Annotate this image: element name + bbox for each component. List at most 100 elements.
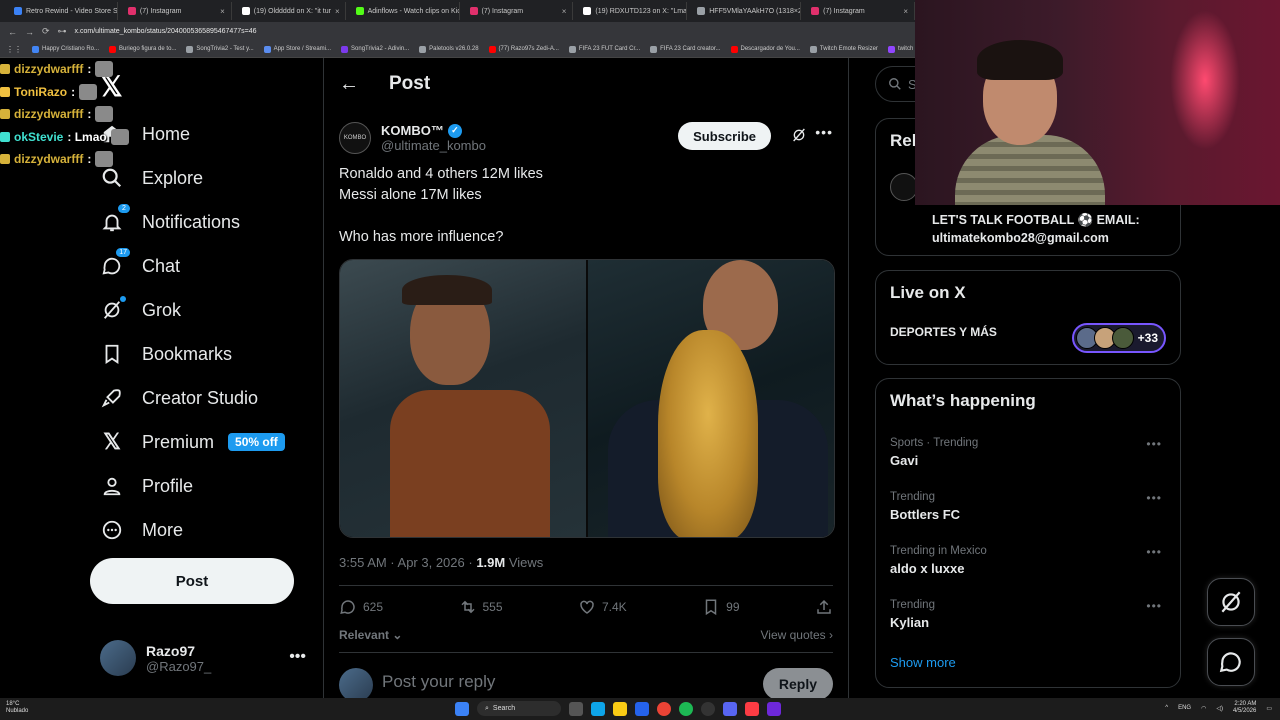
live-participants[interactable]: +33 (1071, 323, 1166, 353)
reply-action[interactable]: 625 (339, 598, 383, 616)
bookmark-item[interactable]: SongTrivia2 - Test y... (186, 45, 254, 53)
app-icon[interactable] (767, 701, 781, 716)
account-more-icon[interactable]: ••• (289, 648, 306, 666)
nav-chat[interactable]: 17 Chat (100, 248, 180, 278)
bookmark-favicon-icon (730, 45, 738, 53)
post-actions: 625 555 7.4K 99 (339, 595, 833, 619)
chat-emote-icon (110, 128, 129, 145)
bookmark-item[interactable]: Descargador de You... (730, 45, 800, 53)
view-quotes-link[interactable]: View quotes › (761, 628, 834, 642)
browser-tab[interactable]: (19) Olddddd on X: "it tur × (236, 2, 346, 20)
reply-button[interactable]: Reply (762, 668, 833, 700)
messages-floating-button[interactable] (1207, 638, 1255, 686)
nav-notifications[interactable]: 2 Notifications (100, 204, 240, 234)
browser-tab[interactable]: HFF5VMlaYAAkH7O (1318×20× (691, 2, 802, 20)
notifications-icon[interactable]: ▭ (1266, 705, 1272, 712)
store-icon[interactable] (635, 701, 649, 716)
author-handle[interactable]: @ultimate_kombo (381, 138, 486, 153)
spotify-icon[interactable] (679, 701, 693, 716)
tab-close-icon[interactable]: × (335, 7, 340, 16)
nav-profile[interactable]: Profile (100, 474, 193, 498)
browser-tab[interactable]: Retro Rewind - Video Store Sim× (8, 2, 118, 20)
bookmark-item[interactable]: Happy Cristiano Ro... (32, 45, 99, 53)
trend-item[interactable]: Trending in Mexico aldo x luxxe ••• (890, 545, 1170, 576)
nav-more[interactable]: More (100, 518, 183, 542)
sort-replies-dropdown[interactable]: Relevant ⌄ (339, 628, 402, 642)
author-avatar[interactable]: KOMBO (339, 122, 371, 154)
browser-tab[interactable]: (7) Instagram × (464, 2, 574, 20)
bookmark-item[interactable]: (77) Razo97s Zedi-A... (488, 45, 559, 53)
bookmark-item[interactable]: twitch emote re (887, 45, 915, 53)
browser-tab[interactable]: (7) Instagram × (805, 2, 915, 20)
bookmark-item[interactable]: App Store / Streami... (263, 45, 331, 53)
tab-close-icon[interactable]: × (562, 7, 567, 16)
trend-more-icon[interactable]: ••• (1146, 545, 1162, 559)
music-icon[interactable] (745, 701, 759, 716)
nav-bookmarks[interactable]: Bookmarks (100, 342, 232, 366)
wifi-icon[interactable]: ◠ (1201, 705, 1206, 712)
live-on-x-card[interactable]: Live on X DEPORTES Y MÁS +33 (875, 270, 1181, 365)
os-taskbar: 18°C Nublado ⌕ Search ^ ENG ◠ ◁) 2:20 AM … (0, 698, 1280, 720)
volume-icon[interactable]: ◁) (1216, 705, 1223, 712)
tab-close-icon[interactable]: × (903, 7, 908, 16)
weather-widget[interactable]: 18°C Nublado (6, 701, 28, 715)
like-action[interactable]: 7.4K (578, 598, 627, 616)
bookmark-item[interactable]: FIFA 23 Card creator... (650, 45, 721, 53)
reload-icon[interactable]: ⟳ (42, 26, 50, 37)
browser-tab[interactable]: (7) Instagram × (122, 2, 232, 20)
avatar[interactable] (890, 173, 918, 201)
reply-input[interactable]: Post your reply (382, 672, 495, 692)
site-info-icon[interactable]: ⊶ (58, 26, 67, 37)
edge-icon[interactable] (591, 701, 605, 716)
forward-nav-icon[interactable]: → (25, 27, 34, 37)
author-name: KOMBO™ (381, 123, 444, 138)
show-more-link[interactable]: Show more (890, 655, 956, 670)
address-field[interactable]: x.com/ultimate_kombo/status/204000536589… (75, 28, 257, 35)
chat-username: dizzydwarfff (14, 62, 84, 77)
repost-action[interactable]: 555 (459, 598, 503, 616)
subscribe-button[interactable]: Subscribe (678, 122, 771, 150)
windows-start-icon[interactable] (455, 701, 469, 716)
language-indicator[interactable]: ENG (1178, 705, 1191, 711)
grok-icon[interactable] (791, 127, 807, 148)
trend-item[interactable]: Sports · Trending Gavi ••• (890, 437, 1170, 468)
back-arrow-icon[interactable]: ← (339, 73, 359, 96)
clock[interactable]: 2:20 AM 4/5/2026 (1233, 701, 1256, 715)
task-view-icon[interactable] (569, 701, 583, 716)
chrome-icon[interactable] (657, 701, 671, 716)
bookmark-item[interactable]: SongTrivia2 - Adivin... (341, 45, 409, 53)
post-button[interactable]: Post (90, 558, 294, 604)
post-more-icon[interactable]: ••• (815, 124, 833, 140)
browser-tab[interactable]: Adinflows - Watch clips on Kick× (350, 2, 460, 20)
author-name-row[interactable]: KOMBO™ ✓ (381, 123, 486, 138)
trend-more-icon[interactable]: ••• (1146, 437, 1162, 451)
bookmark-item[interactable]: Buriego figura de to... (109, 45, 176, 53)
bookmark-item[interactable]: Twitch Emote Resizer (809, 45, 878, 53)
media-image-right[interactable] (586, 260, 834, 537)
back-nav-icon[interactable]: ← (8, 27, 17, 37)
whats-happening-title: What’s happening (890, 391, 1036, 410)
bookmark-item[interactable]: Paletools v26.0.28 (419, 45, 479, 53)
bookmark-item[interactable]: FIFA 23 FUT Card Cr... (568, 45, 640, 53)
taskbar-search[interactable]: ⌕ Search (477, 701, 561, 716)
trend-item[interactable]: Trending Bottlers FC ••• (890, 491, 1170, 522)
discord-icon[interactable] (723, 701, 737, 716)
account-switcher[interactable]: Razo97 @Razo97_ ••• (100, 638, 310, 678)
post-media[interactable] (339, 259, 835, 538)
grok-floating-button[interactable] (1207, 578, 1255, 626)
nav-creator-studio[interactable]: Creator Studio (100, 386, 258, 410)
browser-tab[interactable]: (19) RDXUTD123 on X: "Lmao× (577, 2, 688, 20)
share-action[interactable] (815, 598, 833, 616)
file-explorer-icon[interactable] (613, 701, 627, 716)
obs-icon[interactable] (701, 701, 715, 716)
tab-close-icon[interactable]: × (220, 7, 225, 16)
chevron-up-icon[interactable]: ^ (1165, 705, 1168, 711)
nav-premium[interactable]: 𝕏 Premium 50% off (100, 429, 285, 454)
nav-grok[interactable]: Grok (100, 296, 181, 322)
trend-item[interactable]: Trending Kylian ••• (890, 599, 1170, 630)
bookmark-action[interactable]: 99 (702, 598, 740, 616)
trend-more-icon[interactable]: ••• (1146, 491, 1162, 505)
media-image-left[interactable] (340, 260, 586, 537)
apps-icon[interactable]: ⋮⋮ (6, 45, 22, 54)
trend-more-icon[interactable]: ••• (1146, 599, 1162, 613)
